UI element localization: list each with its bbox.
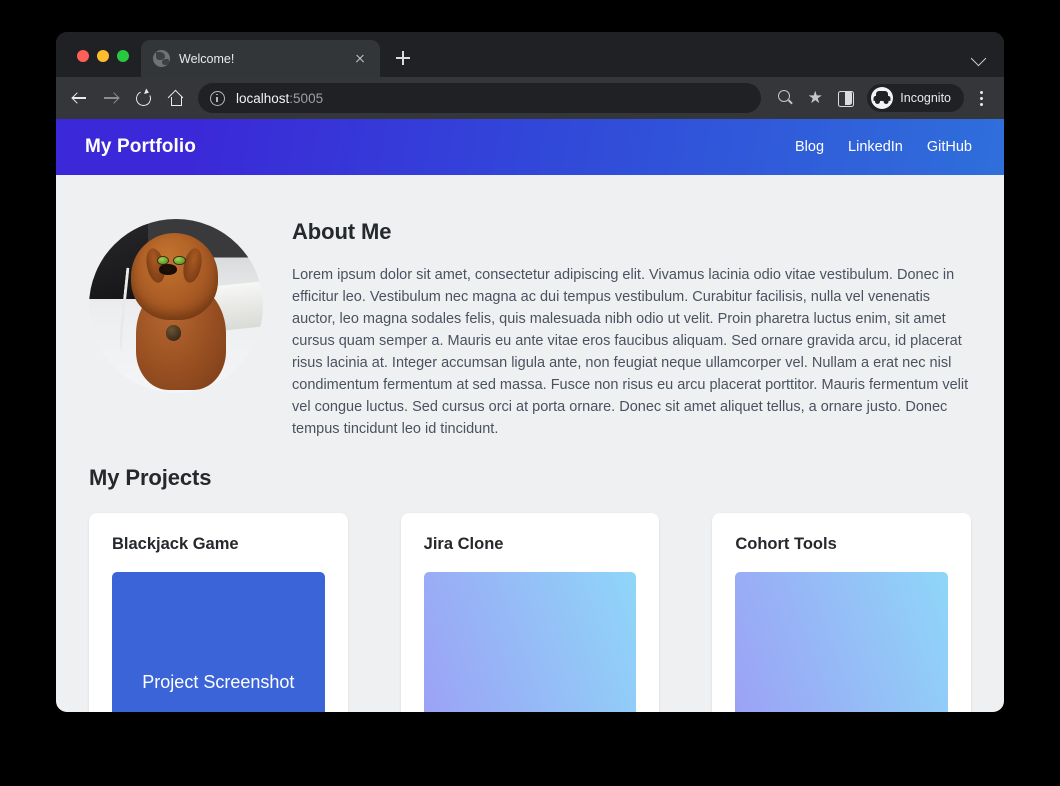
about-text: About Me Lorem ipsum dolor sit amet, con… bbox=[292, 219, 975, 440]
globe-icon bbox=[153, 50, 170, 67]
window-maximize-button[interactable] bbox=[117, 50, 129, 62]
project-title: Blackjack Game bbox=[112, 535, 239, 554]
project-thumbnail[interactable]: Project Screenshot bbox=[112, 572, 325, 712]
browser-window: Welcome! localhost:5005 ★ Incognito My P… bbox=[56, 32, 1004, 712]
project-card[interactable]: Cohort Tools bbox=[712, 513, 972, 712]
project-thumbnail[interactable] bbox=[735, 572, 949, 712]
browser-tab[interactable]: Welcome! bbox=[141, 40, 380, 77]
window-close-button[interactable] bbox=[77, 50, 89, 62]
projects-grid: Blackjack Game Project Screenshot Jira C… bbox=[85, 513, 975, 712]
arrow-left-icon[interactable] bbox=[64, 83, 94, 113]
bookmark-star-icon[interactable]: ★ bbox=[801, 84, 829, 112]
photo-dog-snout bbox=[159, 264, 177, 275]
avatar bbox=[89, 219, 263, 393]
chevron-down-icon[interactable] bbox=[962, 40, 996, 74]
site-navbar: My Portfolio Blog LinkedIn GitHub bbox=[56, 119, 1004, 175]
nav-link-blog[interactable]: Blog bbox=[795, 139, 824, 155]
site-brand: My Portfolio bbox=[85, 136, 196, 157]
window-traffic-lights bbox=[56, 50, 141, 77]
project-thumbnail-label: Project Screenshot bbox=[142, 671, 295, 692]
address-bar[interactable]: localhost:5005 bbox=[198, 83, 762, 113]
info-circle-icon[interactable] bbox=[210, 90, 225, 106]
reload-icon[interactable] bbox=[128, 83, 158, 113]
new-tab-button[interactable] bbox=[388, 43, 418, 73]
project-card[interactable]: Jira Clone bbox=[400, 513, 660, 712]
address-bar-url: localhost:5005 bbox=[236, 91, 323, 106]
incognito-label: Incognito bbox=[900, 91, 951, 105]
nav-link-linkedin[interactable]: LinkedIn bbox=[848, 139, 903, 155]
side-panel-icon[interactable] bbox=[831, 84, 859, 112]
page-body: About Me Lorem ipsum dolor sit amet, con… bbox=[56, 175, 1004, 712]
three-dot-menu-icon[interactable] bbox=[968, 84, 994, 112]
tab-strip: Welcome! bbox=[56, 32, 1004, 77]
search-icon[interactable] bbox=[771, 84, 799, 112]
tab-title: Welcome! bbox=[179, 51, 235, 66]
photo-dog-ear-right bbox=[180, 246, 205, 284]
url-port: :5005 bbox=[289, 90, 324, 106]
browser-toolbar: localhost:5005 ★ Incognito bbox=[56, 77, 1004, 119]
home-icon[interactable] bbox=[160, 83, 190, 113]
window-minimize-button[interactable] bbox=[97, 50, 109, 62]
about-paragraph: Lorem ipsum dolor sit amet, consectetur … bbox=[292, 267, 969, 438]
nav-link-github[interactable]: GitHub bbox=[927, 139, 972, 155]
about-section: About Me Lorem ipsum dolor sit amet, con… bbox=[85, 175, 975, 440]
project-title: Cohort Tools bbox=[735, 535, 837, 554]
incognito-badge[interactable]: Incognito bbox=[867, 84, 964, 112]
url-host: localhost bbox=[236, 90, 290, 106]
page-viewport: My Portfolio Blog LinkedIn GitHub About … bbox=[56, 119, 1004, 712]
project-card[interactable]: Blackjack Game Project Screenshot bbox=[89, 513, 348, 712]
projects-heading: My Projects bbox=[89, 465, 212, 491]
project-thumbnail[interactable] bbox=[423, 572, 637, 712]
photo-collar-tag bbox=[165, 325, 182, 341]
arrow-right-icon[interactable] bbox=[96, 83, 126, 113]
photo-sunglass-right bbox=[173, 255, 186, 266]
project-title: Jira Clone bbox=[423, 535, 504, 554]
incognito-hat-glasses-icon bbox=[871, 87, 894, 109]
close-icon[interactable] bbox=[350, 49, 370, 69]
photo-dog-head bbox=[130, 232, 218, 320]
about-heading: About Me bbox=[292, 219, 392, 244]
site-nav-links: Blog LinkedIn GitHub bbox=[795, 139, 972, 155]
